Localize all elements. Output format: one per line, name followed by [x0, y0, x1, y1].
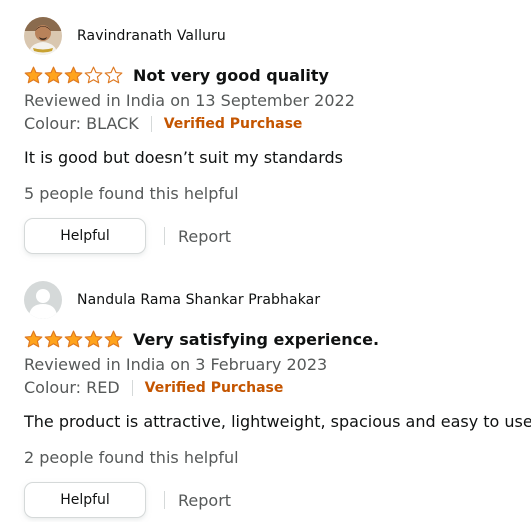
verified-purchase-badge: Verified Purchase: [144, 380, 284, 396]
helpful-count: 2 people found this helpful: [24, 448, 239, 467]
avatar: [24, 17, 62, 55]
star-rating[interactable]: [24, 330, 124, 348]
star-filled-icon: [44, 330, 63, 348]
star-filled-icon: [84, 330, 103, 348]
helpful-count: 5 people found this helpful: [24, 184, 239, 203]
star-filled-icon: [24, 330, 43, 348]
colour-variant[interactable]: Colour: BLACK: [24, 114, 139, 134]
star-filled-icon: [44, 66, 63, 84]
star-rating[interactable]: [24, 66, 124, 84]
review-title-row: Not very good quality: [24, 63, 529, 87]
divider: [164, 491, 165, 509]
user-photo-icon: [24, 17, 62, 55]
review-date: Reviewed in India on 13 September 2022: [24, 91, 355, 110]
report-link[interactable]: Report: [178, 491, 231, 510]
divider: [150, 116, 152, 132]
report-link[interactable]: Report: [178, 227, 231, 246]
star-filled-icon: [64, 330, 83, 348]
colour-variant[interactable]: Colour: RED: [24, 378, 120, 398]
review-actions: Helpful Report: [24, 482, 529, 518]
reviewer-profile[interactable]: Ravindranath Valluru: [24, 16, 529, 56]
reviewer-name: Nandula Rama Shankar Prabhakar: [77, 292, 321, 308]
reviewer-name: Ravindranath Valluru: [77, 28, 226, 44]
helpful-button[interactable]: Helpful: [24, 218, 146, 254]
divider: [164, 227, 165, 245]
reviewer-profile[interactable]: Nandula Rama Shankar Prabhakar: [24, 280, 529, 320]
star-filled-icon: [104, 330, 123, 348]
helpful-button[interactable]: Helpful: [24, 482, 146, 518]
review-card: Nandula Rama Shankar Prabhakar Very sati…: [24, 280, 531, 518]
review-format: Colour: BLACK Verified Purchase: [24, 114, 529, 134]
review-body: It is good but doesn’t suit my standards: [24, 148, 344, 167]
verified-purchase-badge: Verified Purchase: [163, 116, 303, 132]
reviews-list: Ravindranath Valluru Not very good quali…: [0, 0, 531, 522]
star-empty-icon: [104, 66, 123, 84]
star-filled-icon: [64, 66, 83, 84]
review-body: The product is attractive, lightweight, …: [24, 412, 531, 431]
star-filled-icon: [24, 66, 43, 84]
review-actions: Helpful Report: [24, 218, 529, 254]
review-format: Colour: RED Verified Purchase: [24, 378, 529, 398]
review-card: Ravindranath Valluru Not very good quali…: [24, 16, 529, 254]
review-title-row: Very satisfying experience.: [24, 327, 529, 351]
review-date: Reviewed in India on 3 February 2023: [24, 355, 328, 374]
review-title[interactable]: Very satisfying experience.: [133, 330, 379, 349]
default-user-icon: [24, 281, 62, 319]
review-title[interactable]: Not very good quality: [133, 66, 329, 85]
avatar: [24, 281, 62, 319]
divider: [131, 380, 133, 396]
star-empty-icon: [84, 66, 103, 84]
